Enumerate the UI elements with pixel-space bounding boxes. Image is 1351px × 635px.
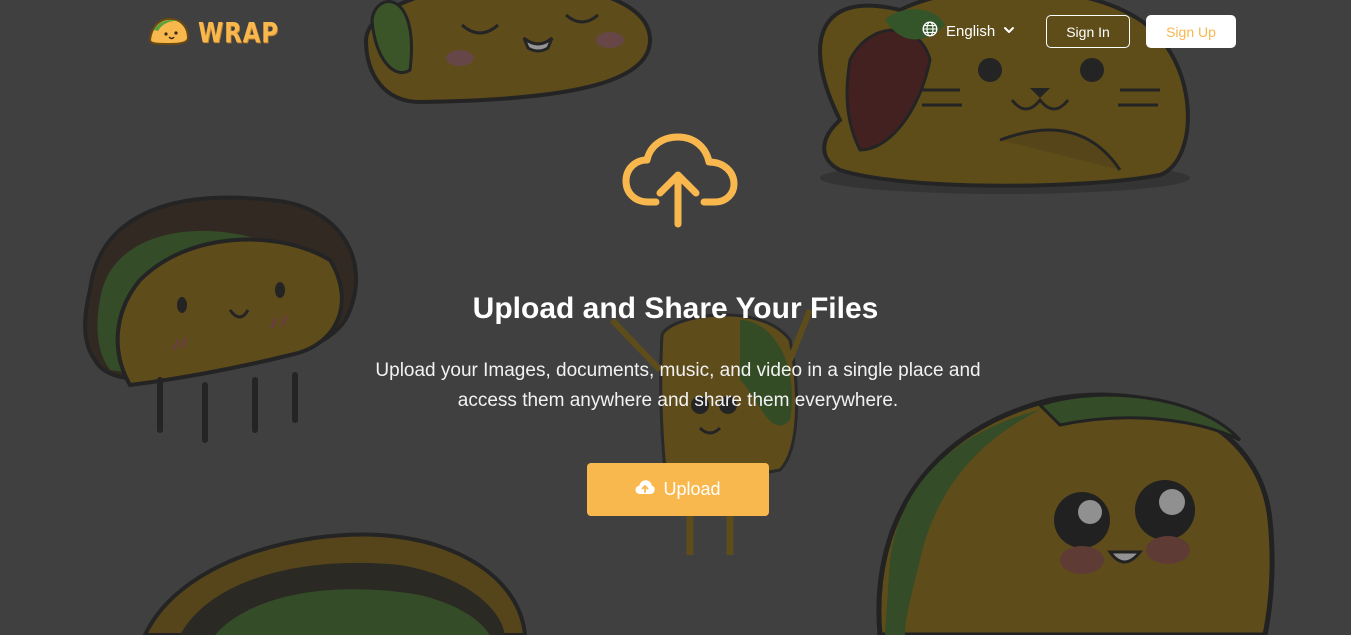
taco-icon — [148, 14, 190, 51]
globe-icon — [922, 21, 938, 41]
logo-text: WRAP — [198, 16, 279, 49]
sign-in-button[interactable]: Sign In — [1046, 15, 1130, 48]
upload-button-label: Upload — [663, 479, 721, 499]
upload-button[interactable]: Upload — [587, 463, 769, 516]
cloud-upload-icon — [622, 132, 738, 235]
chevron-down-icon — [1003, 23, 1015, 40]
language-label: English — [946, 22, 996, 40]
language-selector[interactable]: English — [922, 21, 1015, 41]
hero-description: Upload your Images, documents, music, an… — [375, 360, 981, 411]
brand-logo[interactable]: WRAP — [148, 14, 297, 51]
top-navbar: WRAP English Sign In Sign Up — [0, 0, 1351, 64]
hero-title: Upload and Share Your Files — [472, 292, 879, 325]
sign-up-button[interactable]: Sign Up — [1146, 15, 1236, 48]
cloud-upload-icon — [635, 479, 656, 500]
